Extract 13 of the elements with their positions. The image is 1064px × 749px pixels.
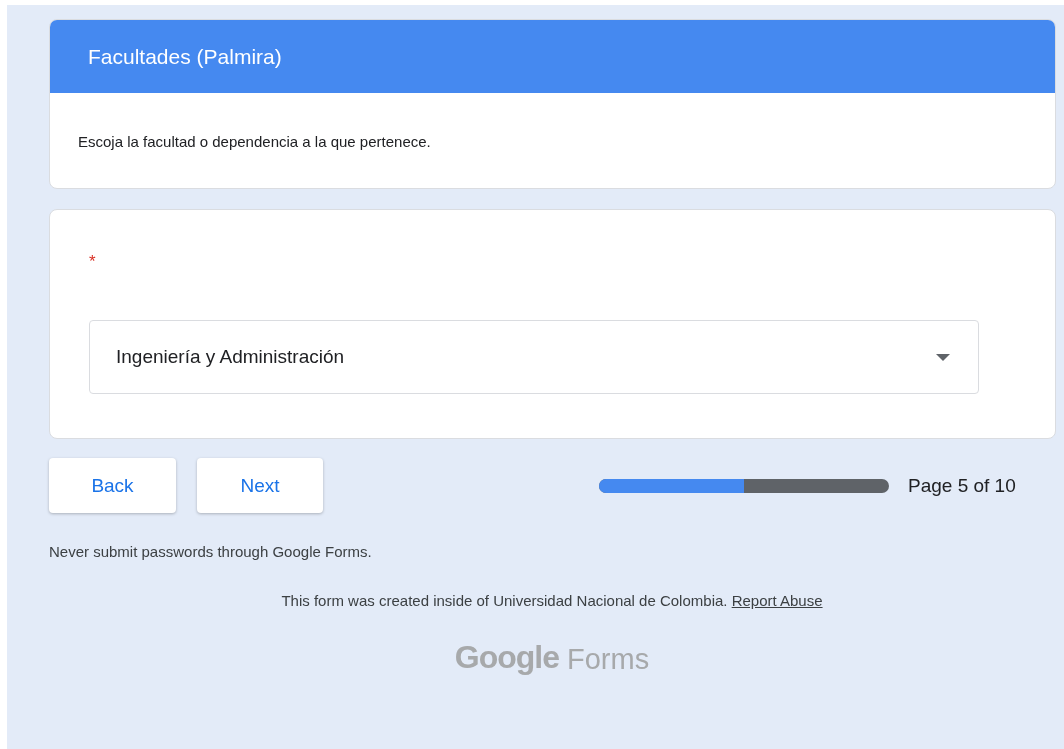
password-warning: Never submit passwords through Google Forms. <box>49 543 373 560</box>
page-indicator: Page 5 of 10 <box>908 474 1016 497</box>
product-name: Forms <box>567 643 650 676</box>
nav-button[interactable]: Back <box>49 458 176 513</box>
footer-note: This form was created inside of Universidad Nacional de Colombia. Report Abuse <box>280 592 824 609</box>
report-abuse-link[interactable]: Report Abuse <box>731 592 823 609</box>
section-title: Facultades (Palmira) <box>50 20 1055 93</box>
required-mark: * <box>89 252 96 272</box>
dropdown[interactable]: Ingeniería y Administración <box>89 320 979 394</box>
section-description: Escoja la facultad o dependencia a la que pertenece. <box>77 132 432 152</box>
brand-logo: Google <box>454 639 559 676</box>
caret-icon <box>936 353 950 361</box>
nav-button[interactable]: Next <box>197 458 323 513</box>
